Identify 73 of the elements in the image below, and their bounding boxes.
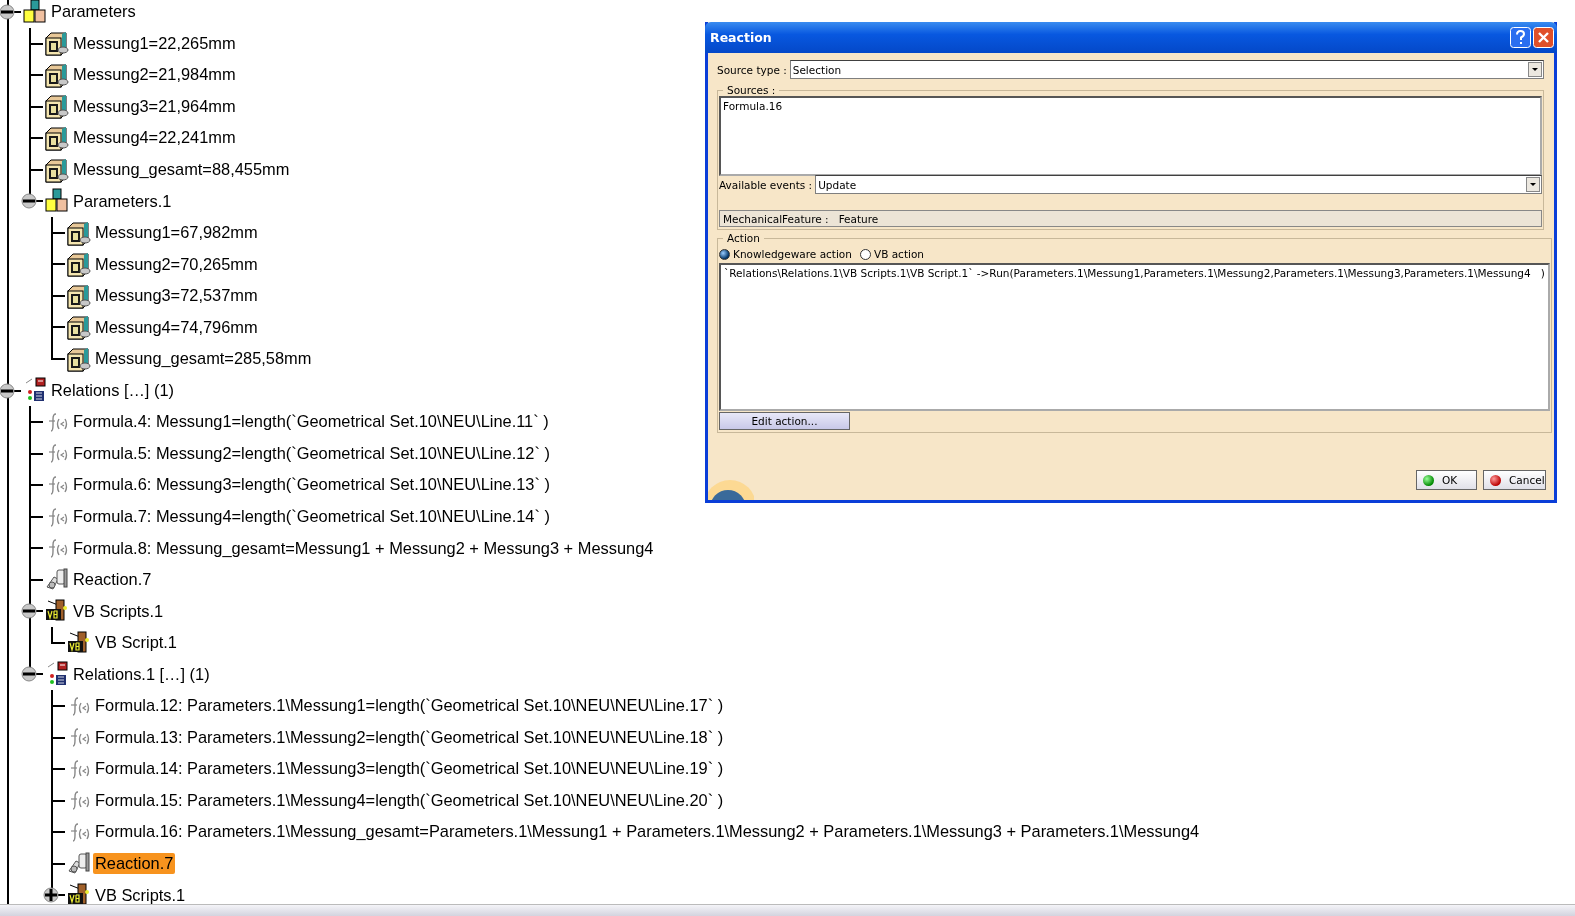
tree-item-label[interactable]: Messung4=22,241mm [71,127,238,149]
tree-item-label[interactable]: Formula.5: Messung2=length(`Geometrical Set.10\NEU\Line.12` ) [71,442,552,464]
tree-item-label[interactable]: Formula.6: Messung3=length(`Geometrical Set.10\NEU\Line.13` ) [71,474,552,496]
radio-button[interactable] [719,248,730,260]
status-dot-icon [1423,474,1434,486]
field-label: Available events : [719,178,813,191]
tree-item-label[interactable]: Formula.13: Parameters.1\Messung2=length(`Geometrical Set.10\NEU\NEU\Line.18` ) [93,726,726,748]
source-type-dropdown[interactable]: Selection [789,60,1544,79]
field-label: Source type : [717,63,787,76]
tree-item-label[interactable]: Formula.8: Messung_gesamt=Messung1 + Messung2 + Messung3 + Messung4 [71,537,656,559]
status-dot-icon [1490,474,1501,486]
tree-item-label[interactable]: Messung3=21,964mm [71,95,238,117]
tree-item-label[interactable]: Formula.7: Messung4=length(`Geometrical Set.10\NEU\Line.14` ) [71,506,552,527]
tree-item-label[interactable]: VB Scripts.1 [93,884,188,906]
collapse-icon[interactable] [21,603,37,620]
tree-item-label[interactable]: Messung1=67,982mm [93,222,260,244]
reaction-icon [44,566,70,593]
collapse-icon[interactable] [21,193,37,210]
sources-list[interactable]: Formula.16 [719,96,1542,176]
tree-item-label[interactable]: Formula.15: Parameters.1\Messung4=length(`Geometrical Set.10\NEU\NEU\Line.20` ) [93,789,726,811]
collapse-icon[interactable] [0,382,15,399]
tree-item-label[interactable]: VB Script.1 [93,632,179,654]
list-item[interactable]: Formula.16 [723,100,1538,112]
collapse-icon[interactable] [0,4,15,20]
collapse-icon[interactable] [21,666,37,683]
tree-item-label[interactable]: Formula.16: Parameters.1\Messung_gesamt=Parameters.1\Messung1 + Parameters.1\Messung2 + Parameters.1\Messung3 + Parameters.1\Messung4 [93,821,1202,843]
window-title: Reaction [710,30,773,45]
field-value: Feature [838,212,879,225]
parameter-set-icon [44,188,70,215]
tree-item-label[interactable]: Messung3=72,537mm [93,285,260,307]
field-label: MechanicalFeature : [723,212,829,225]
parameter-icon [44,156,70,183]
tree-item-label[interactable]: Relations […] (1) [49,379,176,401]
tree-item-label[interactable]: Messung_gesamt=285,58mm [93,348,314,370]
edit-action-button[interactable]: Edit action... [719,412,850,430]
parameter-set-icon [22,0,48,25]
radio-button[interactable] [859,248,871,260]
reaction-icon [66,850,92,877]
radio-option[interactable]: Knowledgeware action [719,248,852,260]
tree-item-label[interactable]: Messung2=70,265mm [93,253,260,275]
tree-item-label[interactable]: Formula.12: Parameters.1\Messung1=length(`Geometrical Set.10\NEU\NEU\Line.17` ) [93,695,726,717]
tree-item-label[interactable]: Messung4=74,796mm [93,316,260,338]
cancel-button[interactable]: Cancel [1483,470,1546,490]
radio-option[interactable]: VB action [859,248,924,260]
group-label: Sources : [726,84,777,96]
tree-item-label[interactable]: Messung2=21,984mm [71,64,238,86]
parameter-icon [66,251,92,278]
tree-item-label[interactable]: VB Scripts.1 [71,600,166,622]
tree-item-label[interactable]: Parameters [49,1,138,23]
expand-icon[interactable] [43,887,59,904]
help-icon[interactable] [1510,27,1531,48]
tree-item-label[interactable]: Formula.4: Messung1=length(`Geometrical Set.10\NEU\Line.11` ) [71,411,551,433]
parameter-icon [66,282,92,309]
tree-item-label[interactable]: Formula.14: Parameters.1\Messung3=length(`Geometrical Set.10\NEU\NEU\Line.19` ) [93,758,726,780]
vb-script-icon [66,629,92,656]
parameter-icon [44,30,70,57]
parameter-icon [44,61,70,88]
parameter-icon [44,124,70,151]
action-code-field[interactable]: `Relations\Relations.1\VB Scripts.1\VB Script.1` ->Run(Parameters.1\Messung1,Parameters.1\Messung2,Parameters.1\Messung3,Parameters.1\Messung4 ) [719,263,1550,411]
parameter-icon [66,345,92,372]
available-events-dropdown[interactable]: Update [815,175,1542,194]
tree-item-label[interactable]: Messung_gesamt=88,455mm [71,159,292,180]
ok-button[interactable]: OK [1416,470,1477,490]
tree-item-label[interactable]: Messung1=22,265mm [71,32,238,54]
tree-item-label[interactable]: Reaction.7 [71,569,154,591]
tree-item-label[interactable]: Reaction.7 [93,853,176,875]
tree-item-label[interactable]: Relations.1 […] (1) [71,663,212,685]
parameter-icon [66,314,92,341]
parameter-icon [44,93,70,120]
close-icon[interactable] [1533,27,1554,48]
parameter-icon [66,219,92,246]
group-label: Action [726,232,761,244]
tree-item-label[interactable]: Parameters.1 [71,190,174,212]
